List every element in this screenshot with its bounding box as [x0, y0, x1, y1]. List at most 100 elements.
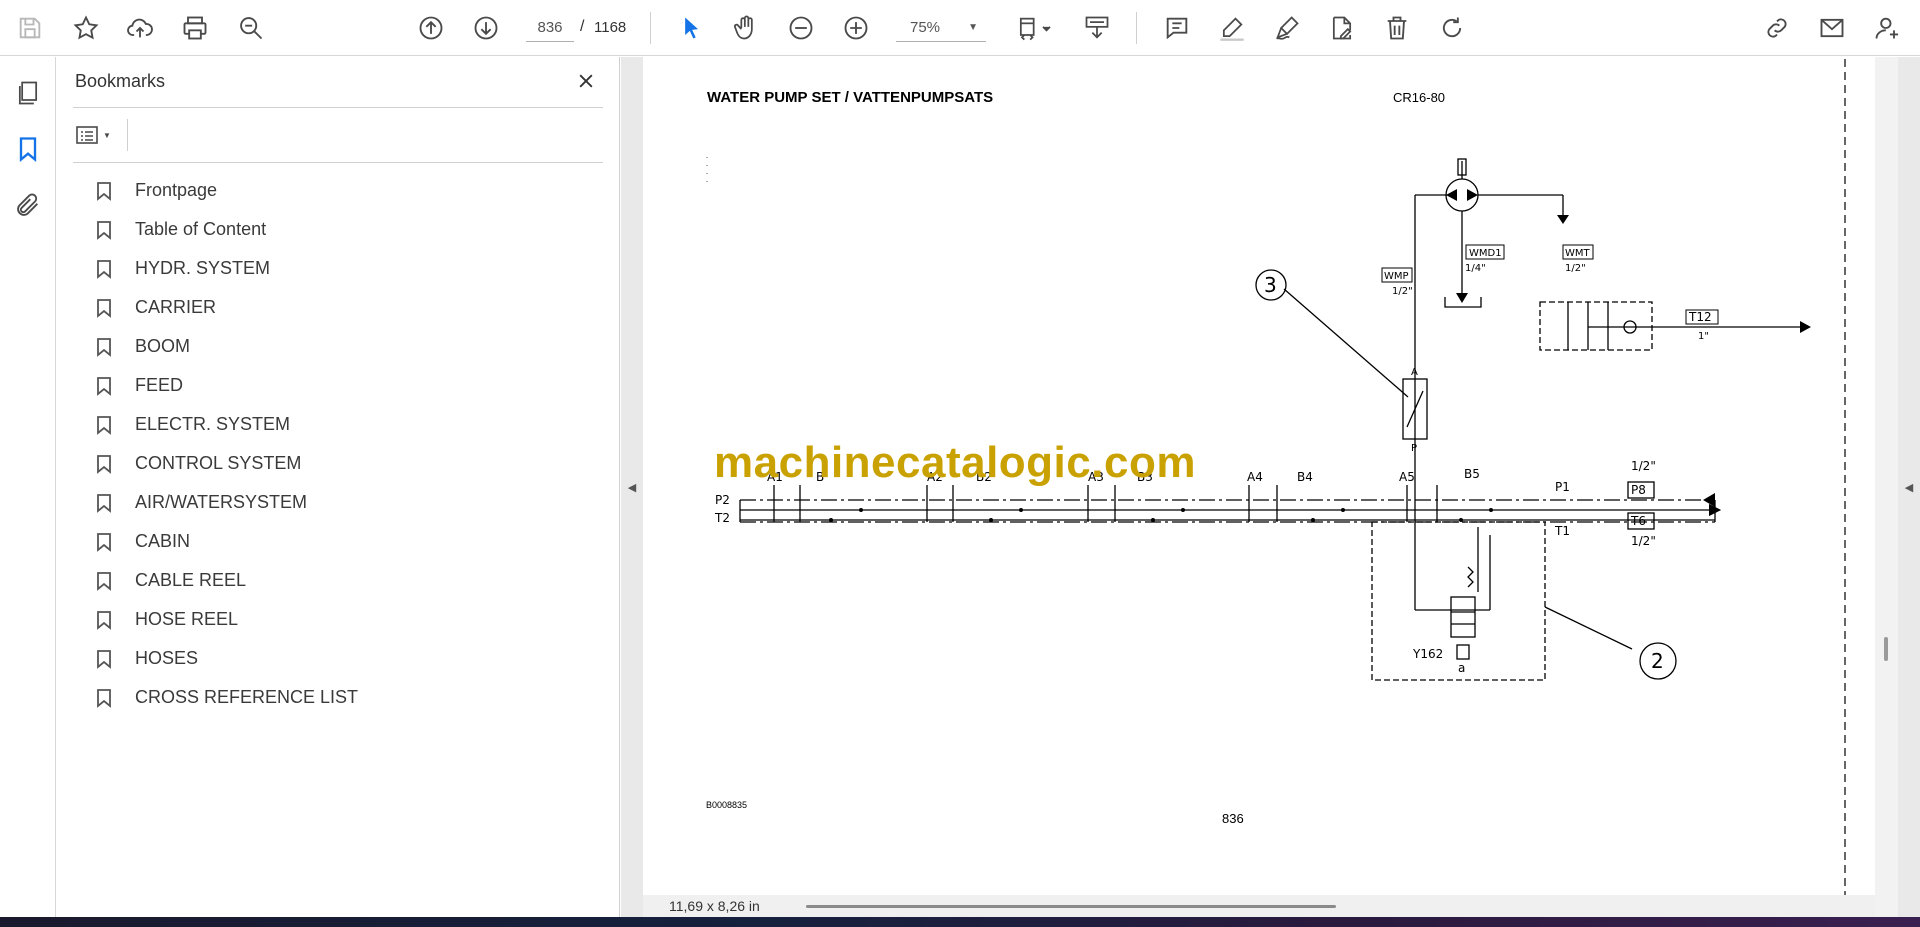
label-p8: P8: [1631, 483, 1646, 497]
bookmark-label: BOOM: [135, 336, 191, 356]
bookmark-item[interactable]: CABIN: [93, 522, 593, 561]
toolbar-divider: [650, 12, 651, 44]
bookmark-item[interactable]: CROSS REFERENCE LIST: [93, 678, 593, 717]
scroll-mode-icon[interactable]: [1077, 8, 1117, 48]
callout-2: 2: [1651, 649, 1664, 673]
page-number-input[interactable]: [526, 14, 574, 42]
hand-icon[interactable]: [726, 8, 766, 48]
bookmark-icon: [93, 335, 115, 359]
bookmark-icon: [93, 686, 115, 710]
label-wmp: WMP: [1384, 271, 1409, 282]
left-navigation-rail: [0, 57, 56, 917]
label-port-p: P: [1411, 443, 1417, 454]
account-icon[interactable]: [1867, 8, 1907, 48]
drawing-code: CR16-80: [1393, 90, 1446, 105]
bookmark-label: Table of Content: [135, 219, 267, 239]
bookmark-item[interactable]: CARRIER: [93, 288, 593, 327]
page-thumbnails-icon[interactable]: [10, 75, 46, 111]
highlight-icon[interactable]: [1212, 8, 1252, 48]
bookmark-list: Frontpage Table of Content HYDR. SYSTEM …: [93, 171, 593, 717]
label-wmt-size: 1/2": [1565, 263, 1586, 274]
bookmark-icon: [93, 608, 115, 632]
bookmark-label: FEED: [135, 375, 184, 395]
label-y162: Y162: [1412, 647, 1443, 661]
delete-icon[interactable]: [1377, 8, 1417, 48]
bookmark-icon: [93, 413, 115, 437]
attachment-icon[interactable]: [10, 187, 46, 223]
collapse-right-panel-button[interactable]: ◀: [1898, 57, 1920, 917]
print-icon[interactable]: [175, 8, 215, 48]
label-wmt: WMT: [1565, 248, 1591, 259]
label-a5: A5: [1399, 470, 1415, 484]
sign-icon[interactable]: [1267, 8, 1307, 48]
fit-page-icon[interactable]: [1006, 8, 1066, 48]
bookmark-label: CARRIER: [135, 297, 217, 317]
zoom-out-icon[interactable]: [781, 8, 821, 48]
chevron-left-icon: ◀: [1904, 481, 1914, 494]
mail-icon[interactable]: [1812, 8, 1852, 48]
bookmark-item[interactable]: HOSES: [93, 639, 593, 678]
bookmark-icon: [93, 647, 115, 671]
bookmark-label: HOSE REEL: [135, 609, 239, 629]
bookmark-item[interactable]: Frontpage: [93, 171, 593, 210]
bookmarks-panel: Bookmarks ▼ Frontpage Table of Content H…: [57, 57, 620, 917]
label-b4: B4: [1297, 470, 1313, 484]
bookmark-icon: [93, 491, 115, 515]
collapse-left-panel-button[interactable]: ◀: [621, 57, 643, 917]
label-t12: T12: [1688, 310, 1712, 324]
drawing-id: B0008835: [706, 800, 748, 810]
label-solenoid-a: a: [1458, 661, 1465, 675]
watermark-text: machinecatalogic.com: [714, 438, 1196, 487]
bookmark-item[interactable]: FEED: [93, 366, 593, 405]
page-separator: /: [580, 18, 585, 35]
drawing-title: WATER PUMP SET / VATTENPUMPSATS: [707, 89, 994, 106]
bookmark-item[interactable]: BOOM: [93, 327, 593, 366]
callout-3: 3: [1264, 273, 1277, 297]
page-up-icon[interactable]: [411, 8, 451, 48]
zoom-select[interactable]: 75% ▼: [896, 14, 986, 42]
page-down-icon[interactable]: [466, 8, 506, 48]
page-size-label: 11,69 x 8,26 in: [669, 898, 760, 914]
bookmark-item[interactable]: CONTROL SYSTEM: [93, 444, 593, 483]
search-zoom-icon[interactable]: [231, 8, 271, 48]
select-cursor-icon[interactable]: [671, 8, 711, 48]
bookmarks-title: Bookmarks: [75, 71, 166, 91]
comment-icon[interactable]: [1157, 8, 1197, 48]
label-t12-size: 1": [1698, 331, 1709, 342]
bookmark-item[interactable]: AIR/WATERSYSTEM: [93, 483, 593, 522]
bookmark-icon: [93, 296, 115, 320]
save-icon[interactable]: [10, 8, 50, 48]
bookmark-label: CONTROL SYSTEM: [135, 453, 302, 473]
edit-pdf-icon[interactable]: [1322, 8, 1362, 48]
taskbar-edge: [0, 917, 1920, 927]
star-icon[interactable]: [66, 8, 106, 48]
zoom-value: 75%: [910, 19, 941, 36]
bookmark-icon: [93, 218, 115, 242]
share-link-icon[interactable]: [1757, 8, 1797, 48]
bookmark-icon[interactable]: [10, 131, 46, 167]
rotate-icon[interactable]: [1432, 8, 1472, 48]
horizontal-scrollbar[interactable]: [806, 905, 1336, 908]
bookmark-item[interactable]: HYDR. SYSTEM: [93, 249, 593, 288]
close-icon[interactable]: [572, 67, 600, 95]
vertical-scrollbar[interactable]: [1875, 57, 1898, 917]
page-number-label: 836: [1222, 811, 1244, 826]
bookmark-icon: [93, 569, 115, 593]
divider: [73, 162, 603, 163]
bookmark-icon: [93, 452, 115, 476]
bookmark-options-button[interactable]: ▼: [75, 119, 123, 151]
label-p2: P2: [715, 493, 730, 507]
bookmark-label: ELECTR. SYSTEM: [135, 414, 291, 434]
bookmark-item[interactable]: Table of Content: [93, 210, 593, 249]
scrollbar-thumb[interactable]: [1884, 637, 1888, 661]
chevron-down-icon: ▼: [968, 22, 978, 33]
label-p1: P1: [1555, 480, 1570, 494]
bookmark-icon: [93, 530, 115, 554]
label-wmd1: WMD1: [1469, 248, 1502, 259]
zoom-in-icon[interactable]: [836, 8, 876, 48]
upload-cloud-icon[interactable]: [120, 8, 160, 48]
bookmark-item[interactable]: CABLE REEL: [93, 561, 593, 600]
bookmark-item[interactable]: HOSE REEL: [93, 600, 593, 639]
bookmark-item[interactable]: ELECTR. SYSTEM: [93, 405, 593, 444]
label-a4: A4: [1247, 470, 1263, 484]
